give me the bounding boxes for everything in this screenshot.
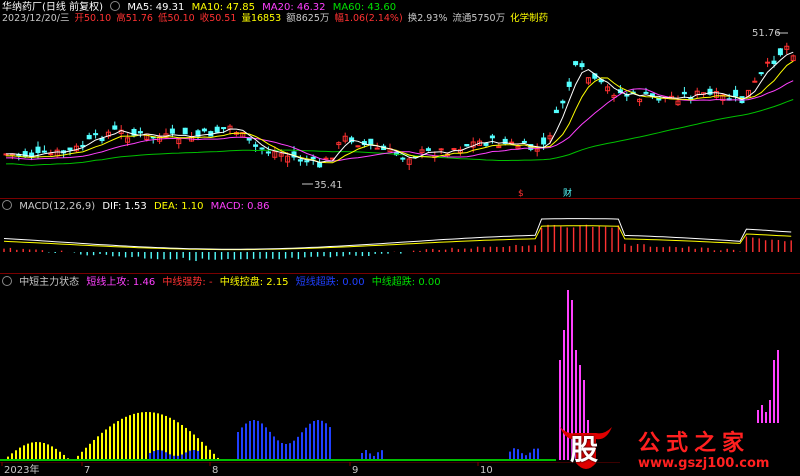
sector-label[interactable]: 化学制药 (510, 13, 548, 24)
watermark-title: 公式之家 (638, 430, 751, 456)
candle-body (67, 147, 73, 151)
volume-label: 量16853 (241, 13, 282, 24)
candle-body (573, 61, 579, 66)
candle-body (733, 89, 739, 97)
candle-body (560, 100, 566, 104)
chart-header-row2: 2023/12/20/三 开50.10 高51.76 低50.10 收50.51… (2, 13, 552, 25)
settings-icon[interactable] (2, 276, 12, 286)
mid-top-label: 中线超跌: 0.00 (371, 277, 441, 288)
site-watermark: 股 公式之家 www.gszj100.com (556, 423, 800, 476)
candle-body (259, 147, 265, 150)
candle-body (35, 146, 41, 154)
stock-title[interactable]: 华纳药厂(日线 前复权) (2, 2, 103, 13)
candle-body (182, 127, 188, 135)
open-label: 开50.10 (74, 13, 112, 24)
candle-body (221, 127, 227, 130)
candle-body (253, 144, 259, 147)
candle-body (400, 157, 406, 160)
candle-body (464, 144, 470, 147)
candle-body (451, 148, 457, 151)
settings-icon[interactable] (2, 200, 12, 210)
finance-marker[interactable]: 财 (563, 187, 572, 198)
macd-dif: DIF: 1.53 (102, 201, 147, 212)
watermark-logo: 股 (570, 433, 599, 466)
candle-body (553, 109, 559, 114)
candle-body (112, 125, 118, 130)
ma60-label: MA60: 43.60 (332, 2, 397, 13)
panel-divider (0, 198, 800, 199)
candle-body (317, 162, 323, 168)
x-tick-label: 10 (480, 465, 493, 476)
indicator-title[interactable]: 中短主力状态 (19, 277, 79, 288)
candle-body (521, 140, 527, 143)
candle-body (681, 91, 687, 95)
candle-body (752, 80, 758, 83)
price-low-label: 35.41 (314, 180, 343, 191)
candle-body (214, 126, 220, 133)
mid-control-label: 中线控盘: 2.15 (219, 277, 289, 288)
candle-body (297, 159, 303, 162)
ma60-line (5, 99, 794, 166)
x-tick-label: 2023年 (4, 463, 39, 476)
ma20-line (5, 80, 794, 162)
watermark-url[interactable]: www.gszj100.com (638, 456, 769, 471)
macd-chart[interactable] (0, 212, 800, 272)
dividend-marker[interactable]: $ (518, 189, 524, 198)
candle-body (541, 137, 547, 145)
candle-body (48, 153, 54, 156)
settings-icon[interactable] (110, 1, 121, 11)
x-tick-label: 8 (212, 465, 218, 476)
candle-body (86, 134, 92, 140)
high-label: 高51.76 (116, 13, 153, 24)
candle-body (489, 135, 495, 139)
candle-body (579, 63, 585, 68)
candle-body (643, 91, 649, 94)
candle-body (374, 147, 380, 150)
candle-body (355, 145, 361, 148)
panel-divider (0, 273, 800, 274)
macd-value: MACD: 0.86 (210, 201, 270, 212)
ma20-label: MA20: 46.32 (262, 2, 326, 13)
candle-body (93, 133, 99, 136)
candle-body (425, 148, 431, 151)
candle-body (201, 128, 207, 132)
candle-body (368, 138, 374, 146)
ma5-label: MA5: 49.31 (127, 2, 185, 13)
turnover-label: 换2.93% (407, 13, 448, 24)
candle-body (483, 143, 489, 146)
float-label: 流通5750万 (452, 13, 506, 24)
candle-body (137, 131, 143, 134)
candle-body (41, 150, 47, 153)
candle-body (265, 151, 271, 154)
ma10-line (5, 60, 794, 164)
candle-body (765, 61, 771, 64)
date-label: 2023/12/20/三 (2, 13, 70, 24)
candle-body (777, 48, 783, 56)
candle-body (758, 72, 764, 75)
candlestick-chart[interactable]: 51.76 35.41 $ 财 (0, 26, 800, 198)
low-label: 低50.10 (157, 13, 195, 24)
short-top-label: 短线超跌: 0.00 (295, 277, 365, 288)
change-label: 幅1.06(2.14%) (334, 13, 403, 24)
close-label: 收50.51 (199, 13, 237, 24)
candle-body (323, 157, 329, 160)
short-attack-label: 短线上攻: 1.46 (86, 277, 156, 288)
candle-body (771, 60, 777, 64)
price-high-label: 51.76 (752, 28, 781, 39)
x-tick-label: 7 (84, 465, 90, 476)
mid-strong-label: 中线强势: - (162, 277, 213, 288)
candle-body (310, 156, 316, 160)
candle-body (509, 141, 515, 144)
candles (3, 42, 796, 171)
candle-body (566, 81, 572, 87)
candle-body (169, 128, 175, 134)
macd-dea: DEA: 1.10 (153, 201, 204, 212)
candle-body (304, 160, 310, 163)
amount-label: 额8625万 (286, 13, 330, 24)
macd-title[interactable]: MACD(12,26,9) (19, 201, 95, 212)
x-tick-label: 9 (352, 465, 358, 476)
ma10-label: MA10: 47.85 (191, 2, 255, 13)
